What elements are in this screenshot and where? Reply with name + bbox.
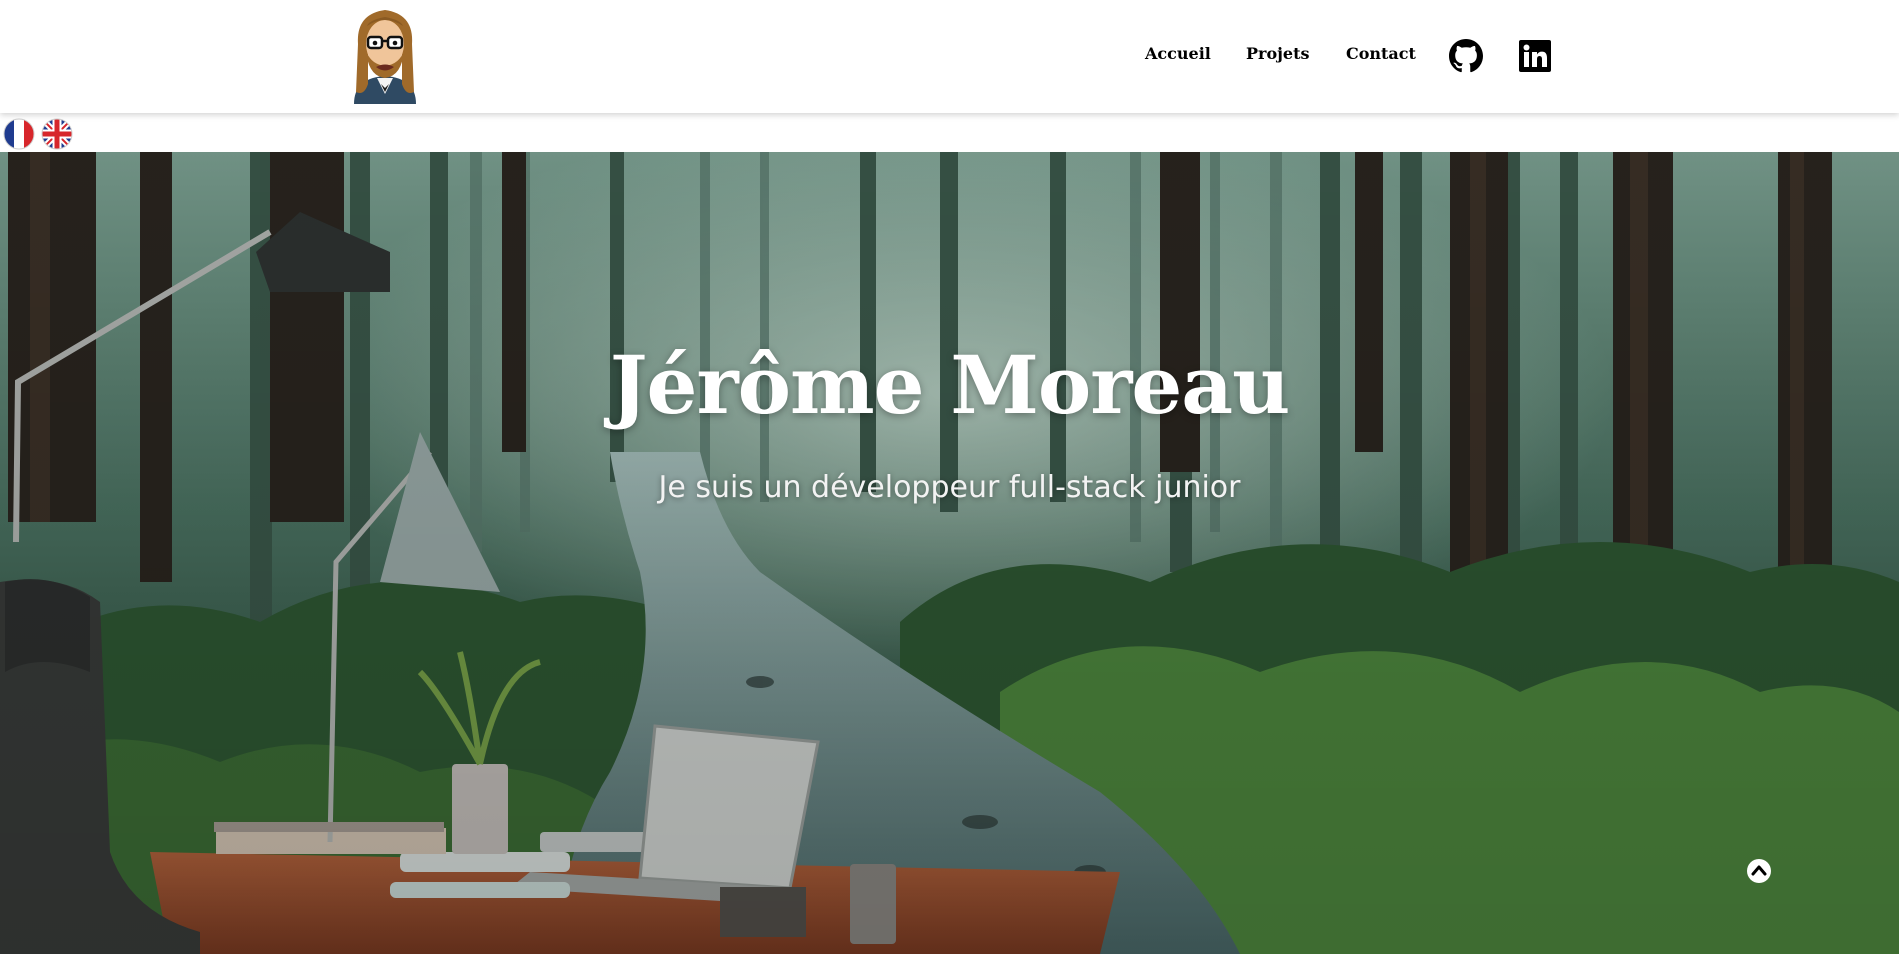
hero-subtitle: Je suis un développeur full-stack junior	[658, 470, 1241, 505]
nav-accueil[interactable]: Accueil	[1145, 44, 1211, 63]
nav-contact[interactable]: Contact	[1346, 44, 1416, 63]
french-flag-icon[interactable]	[3, 118, 35, 150]
hero-section: Jérôme Moreau Je suis un développeur ful…	[0, 152, 1899, 954]
developer-avatar-icon[interactable]	[346, 4, 424, 104]
nav-projets[interactable]: Projets	[1246, 44, 1310, 63]
language-bar	[0, 113, 1899, 152]
hero-title: Jérôme Moreau	[609, 338, 1291, 432]
forest-office-image	[0, 152, 1899, 954]
github-icon[interactable]	[1449, 39, 1483, 73]
site-header: Accueil Projets Contact	[0, 0, 1899, 113]
linkedin-icon[interactable]	[1519, 40, 1551, 72]
uk-flag-icon[interactable]	[41, 118, 73, 150]
chevron-up-icon[interactable]	[1746, 858, 1772, 884]
